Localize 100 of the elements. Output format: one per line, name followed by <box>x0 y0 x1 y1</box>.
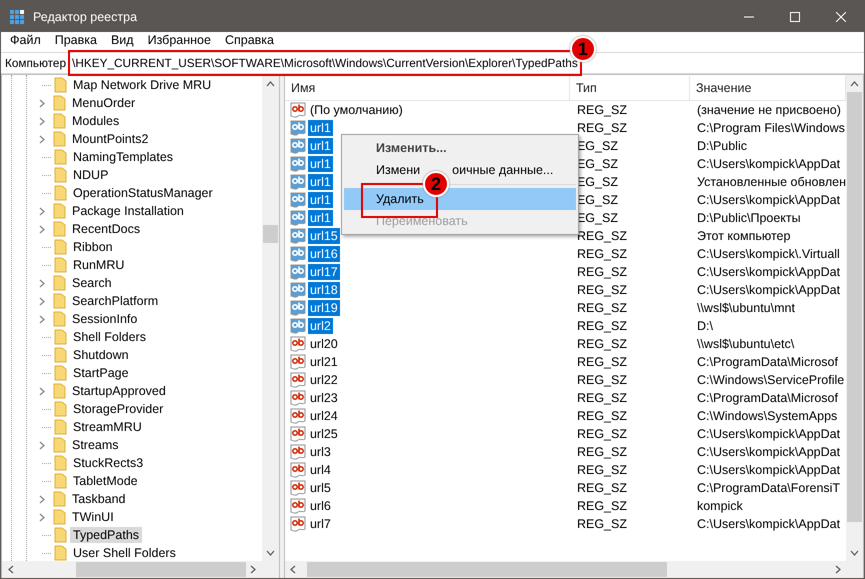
expand-chevron-icon[interactable] <box>38 278 44 288</box>
folder-icon <box>54 257 67 273</box>
scrollbar-thumb[interactable] <box>76 562 246 577</box>
tree-item[interactable]: SearchPlatform <box>69 293 162 309</box>
tree-item[interactable]: StartupApproved <box>69 383 169 399</box>
table-cell: C:\Users\kompick\AppDat <box>696 427 840 441</box>
table-cell[interactable]: url1 <box>308 174 333 190</box>
context-menu-item[interactable]: Изменить... <box>344 137 576 159</box>
table-cell[interactable]: (По умолчанию) <box>308 102 405 118</box>
tree-item[interactable]: Shell Folders <box>70 329 149 345</box>
expand-chevron-icon[interactable] <box>38 116 44 126</box>
tree-item[interactable]: StreamMRU <box>70 419 145 435</box>
table-cell[interactable]: url17 <box>308 264 340 280</box>
table-cell: REG_SZ <box>576 301 627 315</box>
menu-item[interactable]: Правка <box>48 32 104 47</box>
tree-item[interactable]: Shutdown <box>70 347 132 363</box>
tree-item[interactable]: RecentDocs <box>69 221 144 237</box>
tree-item[interactable]: Search <box>69 275 115 291</box>
expand-chevron-icon[interactable] <box>38 134 44 144</box>
tree-item[interactable]: RunMRU <box>70 257 128 273</box>
expand-chevron-icon[interactable] <box>38 98 44 108</box>
table-cell[interactable]: url1 <box>308 138 333 154</box>
table-cell[interactable]: url3 <box>308 444 333 460</box>
string-value-icon <box>290 408 306 424</box>
folder-icon <box>54 455 67 471</box>
table-cell: REG_SZ <box>576 427 627 441</box>
folder-icon <box>54 185 67 201</box>
table-cell[interactable]: url19 <box>308 300 340 316</box>
folder-icon <box>53 311 66 327</box>
table-cell[interactable]: url1 <box>308 156 333 172</box>
tree-item[interactable]: StuckRects3 <box>70 455 146 471</box>
table-cell: C:\Users\kompick\AppDat <box>696 157 840 171</box>
tree-item[interactable]: Modules <box>69 113 122 129</box>
folder-icon <box>53 221 66 237</box>
folder-icon <box>53 509 66 525</box>
table-cell[interactable]: url5 <box>308 480 333 496</box>
table-cell[interactable]: url23 <box>308 390 340 406</box>
tree-item[interactable]: Taskband <box>69 491 129 507</box>
tree-item[interactable]: TypedPaths <box>70 527 142 543</box>
tree-item[interactable]: TWinUI <box>69 509 117 525</box>
scrollbar-thumb[interactable] <box>306 562 667 577</box>
table-cell: C:\ProgramData\Microsof <box>696 355 838 369</box>
string-value-icon <box>290 300 306 316</box>
table-cell[interactable]: url15 <box>308 228 340 244</box>
tree-item[interactable]: Package Installation <box>69 203 187 219</box>
expand-chevron-icon[interactable] <box>38 440 44 450</box>
table-cell: REG_SZ <box>576 121 627 135</box>
menu-item[interactable]: Справка <box>218 32 281 47</box>
tree-item[interactable]: OperationStatusManager <box>70 185 216 201</box>
tree-item[interactable]: NamingTemplates <box>70 149 176 165</box>
table-cell[interactable]: url1 <box>308 210 333 226</box>
table-cell: D:\Public <box>696 139 747 153</box>
table-cell: REG_SZ <box>576 283 627 297</box>
expand-chevron-icon[interactable] <box>38 494 44 504</box>
table-cell[interactable]: url7 <box>308 516 333 532</box>
table-cell[interactable]: url24 <box>308 408 340 424</box>
menu-item[interactable]: Вид <box>104 32 141 47</box>
table-cell[interactable]: url18 <box>308 282 340 298</box>
table-cell[interactable]: url22 <box>308 372 340 388</box>
tree-item[interactable]: Map Network Drive MRU <box>70 77 214 93</box>
tree-item[interactable]: StorageProvider <box>70 401 166 417</box>
folder-icon <box>54 545 67 561</box>
tree-item[interactable]: MountPoints2 <box>69 131 152 147</box>
menu-item[interactable]: Избранное <box>140 32 218 47</box>
tree-item[interactable]: StartPage <box>70 365 132 381</box>
expand-chevron-icon[interactable] <box>38 206 44 216</box>
table-cell[interactable]: url4 <box>308 462 333 478</box>
tree-item[interactable]: TabletMode <box>70 473 141 489</box>
table-cell: C:\Users\kompick\AppDat <box>696 265 840 279</box>
tree-item[interactable]: MenuOrder <box>69 95 138 111</box>
table-cell[interactable]: url25 <box>308 426 340 442</box>
scrollbar-thumb[interactable] <box>847 92 862 522</box>
expand-chevron-icon[interactable] <box>38 386 44 396</box>
table-cell[interactable]: url21 <box>308 354 340 370</box>
expand-chevron-icon[interactable] <box>38 224 44 234</box>
table-cell[interactable]: url1 <box>308 192 333 208</box>
string-value-icon <box>290 426 306 442</box>
table-cell[interactable]: url20 <box>308 336 340 352</box>
scrollbar-thumb[interactable] <box>262 225 278 243</box>
table-cell[interactable]: url6 <box>308 498 333 514</box>
address-root[interactable]: Компьютер <box>5 56 66 70</box>
column-header[interactable]: Тип <box>570 76 690 100</box>
tree-item[interactable]: SessionInfo <box>69 311 140 327</box>
expand-chevron-icon[interactable] <box>38 512 44 522</box>
expand-chevron-icon[interactable] <box>38 296 44 306</box>
table-cell[interactable]: url2 <box>308 318 333 334</box>
tree-item[interactable]: Streams <box>69 437 122 453</box>
string-value-icon <box>290 354 306 370</box>
menu-item[interactable]: Файл <box>3 32 48 47</box>
maximize-icon <box>790 12 800 22</box>
expand-chevron-icon[interactable] <box>38 314 44 324</box>
table-cell[interactable]: url16 <box>308 246 340 262</box>
table-cell: C:\Program Files\Windows <box>696 121 845 135</box>
tree-item[interactable]: User Shell Folders <box>70 545 179 561</box>
string-value-icon <box>290 444 306 460</box>
folder-icon <box>54 347 67 363</box>
tree-item[interactable]: Ribbon <box>70 239 116 255</box>
column-header[interactable]: Имя <box>284 76 570 100</box>
tree-item[interactable]: NDUP <box>70 167 112 183</box>
table-cell[interactable]: url1 <box>308 120 333 136</box>
